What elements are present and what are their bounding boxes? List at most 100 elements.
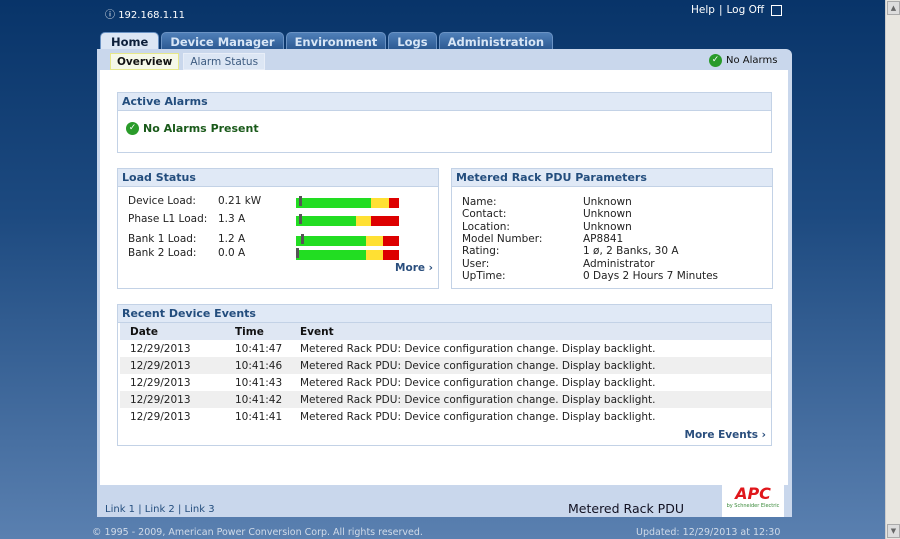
bar-red-zone xyxy=(371,216,399,226)
event-row: 12/29/2013 10:41:42 Metered Rack PDU: Devi… xyxy=(120,391,771,408)
updated-timestamp: Updated: 12/29/2013 at 12:30 xyxy=(636,527,781,538)
load-value: 0.0 A xyxy=(218,247,246,259)
no-alarms-message: No Alarms Present xyxy=(143,122,259,135)
parameter-value: Administrator xyxy=(583,257,655,270)
load-label: Device Load: xyxy=(128,195,196,207)
recent-events-title: Recent Device Events xyxy=(118,305,771,323)
active-alarms-title: Active Alarms xyxy=(118,93,771,111)
bar-green-zone xyxy=(296,236,367,246)
recent-events-box: Recent Device Events Date Time Event 12/… xyxy=(117,304,772,446)
event-row: 12/29/2013 10:41:41 Metered Rack PDU: Devi… xyxy=(120,408,771,425)
active-alarms-box: Active Alarms ✓ No Alarms Present xyxy=(117,92,772,153)
load-bar xyxy=(296,214,399,226)
logoff-icon[interactable] xyxy=(771,4,783,16)
event-time: 10:41:47 xyxy=(235,342,283,355)
load-label: Bank 1 Load: xyxy=(128,233,197,245)
load-more-link[interactable]: More › xyxy=(395,262,433,274)
tab-administration[interactable]: Administration xyxy=(438,32,554,49)
load-value: 1.3 A xyxy=(218,213,246,225)
tab-home[interactable]: Home xyxy=(100,32,160,49)
subtab-overview[interactable]: Overview xyxy=(110,53,180,70)
bar-green-zone xyxy=(296,198,372,208)
event-time: 10:41:43 xyxy=(235,376,283,389)
bar-red-zone xyxy=(388,198,399,208)
parameter-label: User: xyxy=(462,257,490,270)
load-level-marker xyxy=(299,214,303,224)
parameter-row: Location: Unknown xyxy=(462,221,632,233)
scrollbar[interactable]: ▲ ▼ xyxy=(885,0,900,539)
bar-red-zone xyxy=(382,250,399,260)
parameter-value: AP8841 xyxy=(583,232,624,245)
load-value: 0.21 kW xyxy=(218,195,262,207)
parameter-label: UpTime: xyxy=(462,269,506,282)
help-link[interactable]: Help xyxy=(691,4,715,16)
parameter-row: Model Number: AP8841 xyxy=(462,233,623,245)
event-row: 12/29/2013 10:41:47 Metered Rack PDU: Devi… xyxy=(120,340,771,357)
event-time: 10:41:46 xyxy=(225,357,290,374)
parameter-value: Unknown xyxy=(583,196,632,208)
event-description: Metered Rack PDU: Device configuration c… xyxy=(300,342,656,355)
event-description: Metered Rack PDU: Device configuration c… xyxy=(290,357,771,374)
product-name: Metered Rack PDU xyxy=(568,501,684,516)
bar-green-zone xyxy=(296,250,367,260)
link-2[interactable]: Link 2 xyxy=(145,504,175,515)
parameter-label: Name: xyxy=(462,196,497,208)
event-description: Metered Rack PDU: Device configuration c… xyxy=(290,391,771,408)
subtab-alarm-status[interactable]: Alarm Status xyxy=(183,53,266,70)
event-date: 12/29/2013 xyxy=(130,376,191,389)
scroll-down-button[interactable]: ▼ xyxy=(887,524,900,538)
ip-address: ⓘ 192.168.1.11 xyxy=(105,6,185,21)
parameter-value: Unknown xyxy=(583,208,632,221)
check-icon: ✓ xyxy=(709,54,722,67)
logo-text: APC xyxy=(735,484,771,503)
load-row: Device Load: 0.21 kW xyxy=(128,195,261,207)
sub-tabs: Overview Alarm Status xyxy=(110,53,266,70)
load-bar xyxy=(296,248,399,260)
event-row: 12/29/2013 10:41:46 Metered Rack PDU: Devi… xyxy=(120,357,771,374)
load-bar xyxy=(296,196,399,208)
bar-yellow-zone xyxy=(355,216,372,226)
load-level-marker xyxy=(299,196,303,206)
logoff-link[interactable]: Log Off xyxy=(727,4,765,16)
main-tabs: Home Device Manager Environment Logs Adm… xyxy=(100,32,554,49)
parameter-row: User: Administrator xyxy=(462,258,655,270)
column-header-date[interactable]: Date xyxy=(120,323,225,340)
link-1[interactable]: Link 1 xyxy=(105,504,135,515)
event-description: Metered Rack PDU: Device configuration c… xyxy=(300,410,656,423)
load-status-title: Load Status xyxy=(118,169,438,187)
load-row: Phase L1 Load: 1.3 A xyxy=(128,213,245,225)
parameter-row: Contact: Unknown xyxy=(462,208,632,220)
event-date: 12/29/2013 xyxy=(120,357,225,374)
parameter-label: Contact: xyxy=(462,208,507,221)
load-level-marker xyxy=(301,234,305,244)
event-date: 12/29/2013 xyxy=(130,342,191,355)
parameter-value: 0 Days 2 Hours 7 Minutes xyxy=(583,269,719,282)
load-status-box: Load Status Device Load: 0.21 kW Phase L1 … xyxy=(117,168,439,289)
load-row: Bank 1 Load: 1.2 A xyxy=(128,233,245,245)
event-date: 12/29/2013 xyxy=(120,391,225,408)
logo-subtext: by Schneider Electric xyxy=(726,503,780,509)
check-icon: ✓ xyxy=(126,122,139,135)
events-table: Date Time Event 12/29/2013 10:41:47 Metere… xyxy=(120,323,771,425)
link-3[interactable]: Link 3 xyxy=(185,504,215,515)
event-date: 12/29/2013 xyxy=(130,410,191,423)
parameter-row: Rating: 1 ø, 2 Banks, 30 A xyxy=(462,245,679,257)
tab-logs[interactable]: Logs xyxy=(388,32,437,49)
copyright: © 1995 - 2009, American Power Conversion… xyxy=(92,527,423,538)
event-time: 10:41:42 xyxy=(225,391,290,408)
event-time: 10:41:41 xyxy=(235,410,283,423)
bar-yellow-zone xyxy=(371,198,389,208)
alarm-indicator[interactable]: ✓ No Alarms xyxy=(709,54,777,67)
bar-green-zone xyxy=(296,216,356,226)
bar-red-zone xyxy=(382,236,399,246)
ip-text: 192.168.1.11 xyxy=(118,10,185,21)
column-header-event[interactable]: Event xyxy=(290,323,771,340)
parameter-value: Unknown xyxy=(583,220,632,233)
more-events-link[interactable]: More Events › xyxy=(685,429,766,441)
footer-links: Link 1 | Link 2 | Link 3 xyxy=(105,504,215,515)
tab-device-manager[interactable]: Device Manager xyxy=(161,32,284,49)
column-header-time[interactable]: Time xyxy=(225,323,290,340)
tab-environment[interactable]: Environment xyxy=(285,32,387,49)
bar-yellow-zone xyxy=(366,236,383,246)
scroll-up-button[interactable]: ▲ xyxy=(887,1,900,15)
